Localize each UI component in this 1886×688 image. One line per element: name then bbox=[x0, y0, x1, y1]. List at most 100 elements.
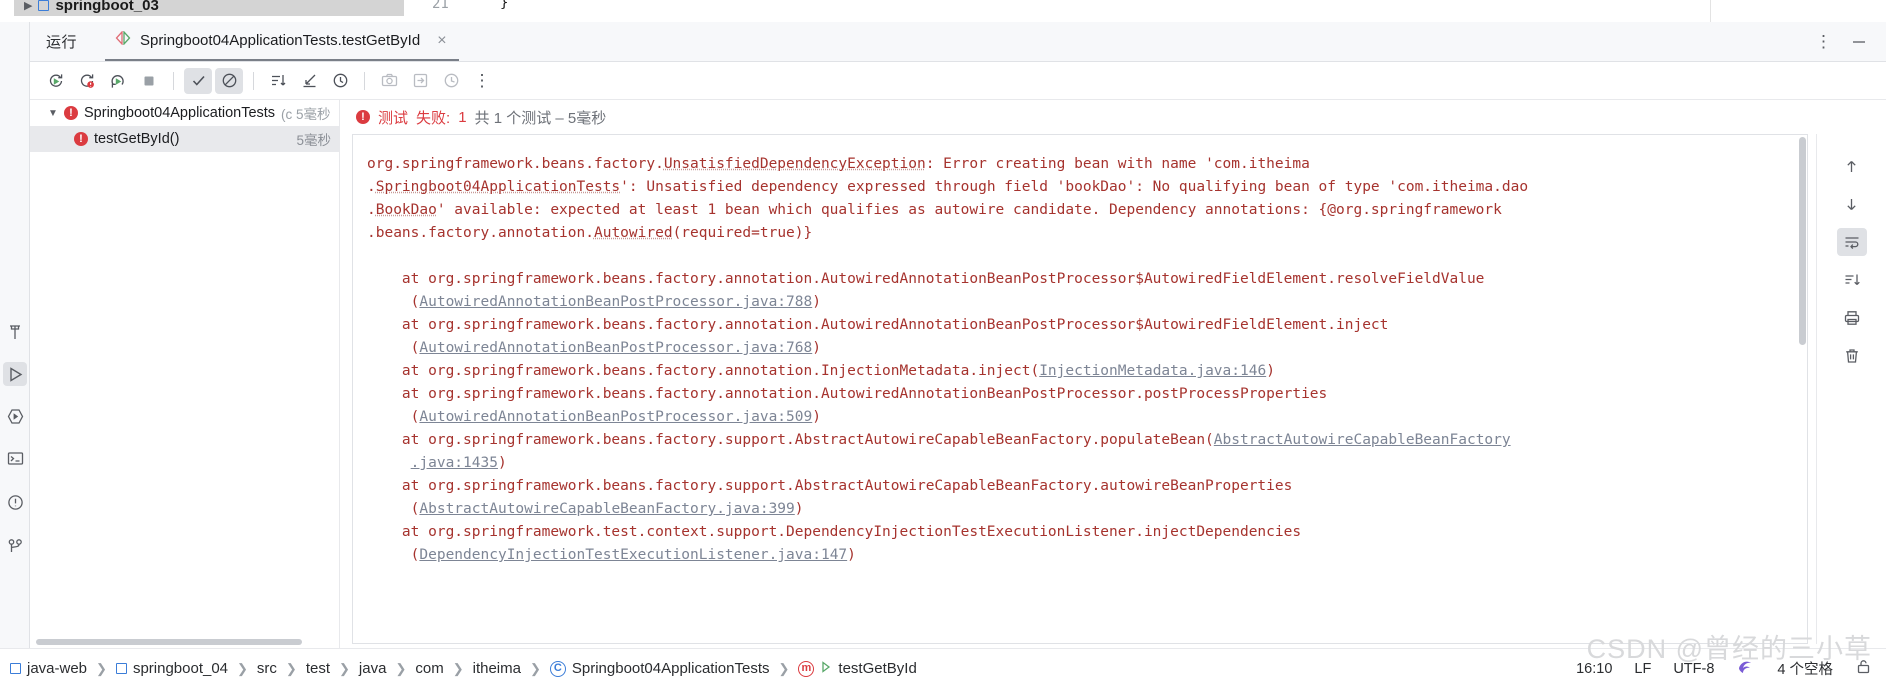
minimize-icon[interactable] bbox=[1850, 32, 1868, 51]
toggle-auto-test-icon[interactable] bbox=[104, 68, 132, 94]
breadcrumb-label: com bbox=[415, 660, 444, 677]
stacktrace-line: (AutowiredAnnotationBeanPostProcessor.ja… bbox=[367, 406, 1807, 429]
test-class-meta: (c 5毫秒 bbox=[281, 107, 331, 122]
stacktrace-text-segment: ( bbox=[367, 501, 420, 517]
run-icon[interactable] bbox=[3, 362, 27, 386]
scroll-up-icon[interactable] bbox=[1837, 152, 1867, 180]
stacktrace-text-segment: (required=true)} bbox=[672, 225, 813, 241]
breadcrumb-item[interactable]: m testGetById bbox=[798, 660, 917, 678]
line-separator-label[interactable]: LF bbox=[1634, 661, 1651, 677]
breadcrumb-item[interactable]: C Springboot04ApplicationTests bbox=[549, 660, 770, 677]
project-tree-node-springboot03[interactable]: ▶ springboot_03 bbox=[14, 0, 404, 16]
chevron-down-icon[interactable]: ▼ bbox=[48, 108, 58, 119]
read-only-icon[interactable] bbox=[1855, 658, 1872, 679]
toolbar-separator-2 bbox=[253, 71, 254, 90]
console-vertical-scrollbar[interactable] bbox=[1799, 137, 1806, 345]
test-method-node[interactable]: ! testGetById() 5毫秒 bbox=[30, 126, 339, 152]
stacktrace-line: .beans.factory.annotation.Autowired(requ… bbox=[367, 222, 1807, 245]
breadcrumb-separator: ❯ bbox=[452, 660, 464, 676]
test-console-pane: ! 测试 失败: 1 共 1 个测试 – 5毫秒 org.springframe… bbox=[340, 100, 1886, 648]
print-icon[interactable] bbox=[1837, 304, 1867, 332]
stacktrace-link[interactable]: InjectionMetadata.java:146 bbox=[1039, 363, 1266, 379]
breadcrumb-item[interactable]: java bbox=[359, 660, 387, 677]
stacktrace-text-segment: .beans.factory.annotation. bbox=[367, 225, 594, 241]
breadcrumb-item[interactable]: springboot_04 bbox=[115, 660, 229, 677]
run-window-title: 运行 bbox=[46, 34, 78, 51]
stacktrace-text[interactable]: org.springframework.beans.factory.Unsati… bbox=[353, 135, 1807, 567]
more-actions-icon[interactable]: ⋮ bbox=[468, 68, 496, 94]
stacktrace-text-segment: ) bbox=[812, 340, 821, 356]
stacktrace-line: at org.springframework.beans.factory.ann… bbox=[367, 383, 1807, 406]
test-class-label: Springboot04ApplicationTests bbox=[84, 105, 276, 121]
breadcrumb-item[interactable]: com bbox=[415, 660, 443, 677]
test-runner-toolbar: ⋮ bbox=[30, 62, 1886, 100]
stacktrace-text-segment: at org.springframework.beans.factory.ann… bbox=[367, 386, 1328, 402]
close-icon[interactable]: × bbox=[437, 32, 446, 50]
tree-horizontal-scrollbar[interactable] bbox=[36, 639, 302, 645]
sort-by-duration-icon[interactable] bbox=[326, 68, 354, 94]
indent-label[interactable]: 4 个空格 bbox=[1777, 658, 1833, 679]
test-failed-icon: ! bbox=[74, 132, 88, 146]
stacktrace-link[interactable]: AutowiredAnnotationBeanPostProcessor.jav… bbox=[419, 409, 812, 425]
version-control-icon[interactable] bbox=[3, 534, 27, 558]
encoding-label[interactable]: UTF-8 bbox=[1673, 661, 1714, 677]
show-passed-icon[interactable] bbox=[184, 67, 212, 94]
import-tests-icon[interactable] bbox=[406, 68, 434, 94]
sort-alphabetically-icon[interactable] bbox=[264, 68, 292, 94]
tab-label: Springboot04ApplicationTests.testGetById bbox=[140, 32, 421, 49]
build-icon[interactable] bbox=[3, 320, 27, 344]
breadcrumb-label: test bbox=[305, 660, 331, 677]
soft-wrap-icon[interactable] bbox=[1836, 228, 1867, 256]
stacktrace-console[interactable]: org.springframework.beans.factory.Unsati… bbox=[352, 134, 1808, 644]
sogou-ime-icon[interactable] bbox=[1736, 657, 1755, 680]
run-tool-window: 运行 Springboot04ApplicationTests.testGetB… bbox=[30, 22, 1886, 648]
test-class-node[interactable]: ▼ ! Springboot04ApplicationTests (c 5毫秒 bbox=[30, 100, 339, 126]
test-failed-icon: ! bbox=[356, 110, 370, 124]
breadcrumb-item[interactable]: java-web bbox=[10, 660, 87, 677]
clear-all-icon[interactable] bbox=[1837, 342, 1867, 370]
scroll-down-icon[interactable] bbox=[1837, 190, 1867, 218]
run-window-body: ▼ ! Springboot04ApplicationTests (c 5毫秒 … bbox=[30, 100, 1886, 648]
stacktrace-link[interactable]: AbstractAutowireCapableBeanFactory bbox=[1214, 432, 1511, 448]
project-node-label: springboot_03 bbox=[55, 0, 159, 14]
tab-test-run[interactable]: Springboot04ApplicationTests.testGetById… bbox=[105, 22, 459, 61]
stacktrace-text-segment: at org.springframework.beans.factory.sup… bbox=[367, 432, 1214, 448]
test-method-icon: m bbox=[798, 660, 815, 677]
stacktrace-text-segment: at org.springframework.beans.factory.ann… bbox=[367, 271, 1485, 287]
run-method-icon bbox=[820, 660, 832, 678]
stacktrace-text-segment bbox=[367, 455, 411, 471]
scroll-to-end-icon[interactable] bbox=[1837, 266, 1867, 294]
stop-icon[interactable] bbox=[135, 68, 163, 94]
status-count: 1 bbox=[458, 108, 467, 126]
editor-code-fragment: } bbox=[500, 0, 509, 11]
rerun-failed-tests-icon[interactable] bbox=[73, 68, 101, 94]
toolbar-separator-3 bbox=[364, 71, 365, 90]
test-results-tree[interactable]: ▼ ! Springboot04ApplicationTests (c 5毫秒 … bbox=[30, 100, 340, 648]
stacktrace-link[interactable]: AutowiredAnnotationBeanPostProcessor.jav… bbox=[419, 294, 812, 310]
status-prefix: 测试 bbox=[378, 109, 409, 127]
problems-icon[interactable] bbox=[3, 490, 27, 514]
breadcrumb-item[interactable]: test bbox=[306, 660, 330, 677]
stacktrace-text-segment: ( bbox=[367, 340, 420, 356]
breadcrumb-item[interactable]: itheima bbox=[473, 660, 521, 677]
stacktrace-link[interactable]: DependencyInjectionTestExecutionListener… bbox=[419, 547, 847, 563]
screenshot-icon[interactable] bbox=[375, 68, 403, 94]
breadcrumb-item[interactable]: src bbox=[257, 660, 277, 677]
stacktrace-text-segment: ) bbox=[794, 501, 804, 517]
debug-icon[interactable] bbox=[3, 404, 27, 428]
show-ignored-icon[interactable] bbox=[215, 67, 243, 94]
breadcrumb-label: Springboot04ApplicationTests bbox=[571, 660, 770, 677]
stacktrace-link[interactable]: AutowiredAnnotationBeanPostProcessor.jav… bbox=[419, 340, 812, 356]
test-history-icon[interactable] bbox=[437, 68, 465, 94]
breadcrumb-label: springboot_04 bbox=[132, 660, 229, 677]
stacktrace-link[interactable]: .java:1435 bbox=[411, 455, 498, 471]
rerun-tests-icon[interactable] bbox=[42, 68, 70, 94]
toolbar-separator bbox=[173, 71, 174, 90]
run-window-header-actions: ⋮ bbox=[1815, 32, 1886, 51]
terminal-icon[interactable] bbox=[3, 446, 27, 470]
collapse-all-icon[interactable] bbox=[295, 68, 323, 94]
class-icon: C bbox=[549, 660, 566, 677]
more-options-icon[interactable]: ⋮ bbox=[1815, 33, 1832, 50]
stacktrace-link[interactable]: AbstractAutowireCapableBeanFactory.java:… bbox=[419, 501, 794, 517]
chevron-right-icon[interactable]: ▶ bbox=[24, 0, 32, 12]
